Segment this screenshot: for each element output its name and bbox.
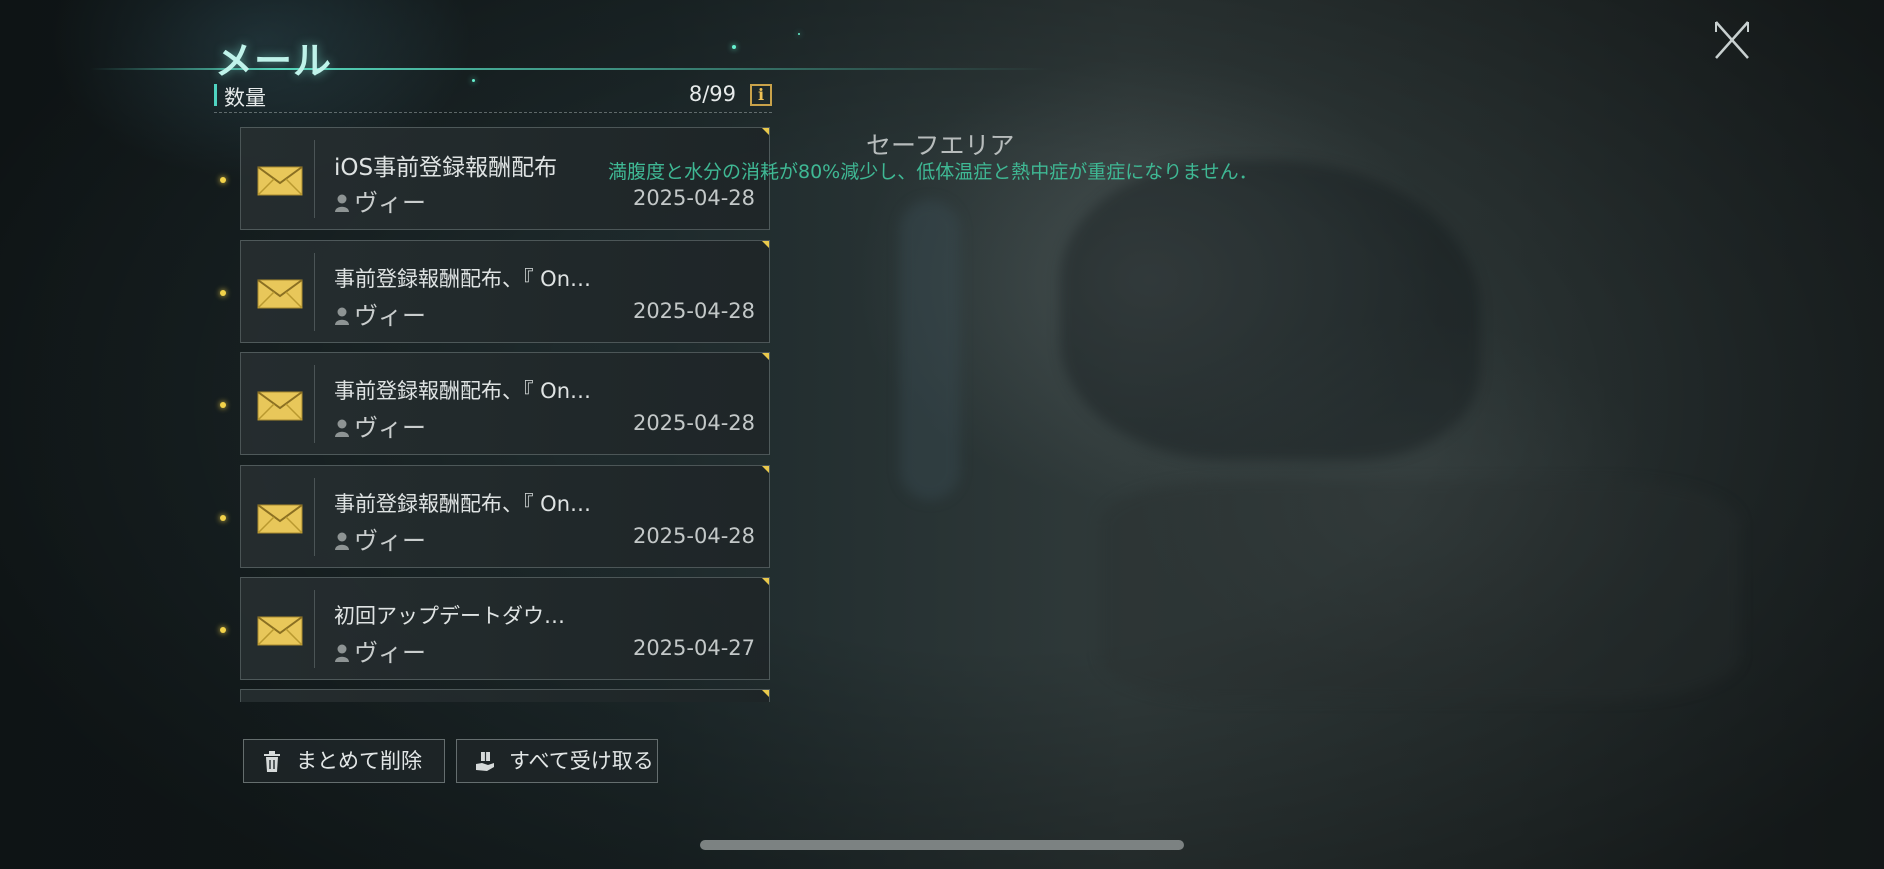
mail-sender: ヴィー	[334, 296, 426, 331]
new-corner-marker	[762, 128, 769, 135]
mail-subject: 事前登録報酬配布、『 On…	[334, 267, 592, 291]
envelope-icon	[257, 279, 303, 309]
info-icon[interactable]: i	[750, 84, 772, 106]
mail-item-divider	[314, 253, 315, 331]
envelope-icon	[257, 391, 303, 421]
count-value: 8/99	[688, 82, 736, 106]
mail-item-divider	[314, 478, 315, 556]
mail-sender-name: ヴィー	[354, 639, 426, 667]
mail-list[interactable]: iOS事前登録報酬配布 ヴィー 2025-04-28 事前登録報酬配布、『 On…	[240, 127, 770, 702]
close-button[interactable]	[1712, 18, 1752, 62]
mail-item-divider	[314, 365, 315, 443]
bulk-delete-label: まとめて削除	[296, 749, 422, 773]
unread-indicator	[220, 627, 226, 633]
title-spark	[798, 33, 800, 35]
mail-item-divider	[314, 590, 315, 668]
bulk-delete-button[interactable]: まとめて削除	[243, 739, 445, 783]
new-corner-marker	[762, 466, 769, 473]
mail-sender-name: ヴィー	[354, 414, 426, 442]
close-icon[interactable]	[1712, 18, 1752, 62]
new-corner-marker	[762, 690, 769, 697]
mail-date: 2025-04-28	[632, 186, 755, 210]
title-spark	[732, 45, 736, 49]
mail-date: 2025-04-28	[632, 524, 755, 548]
mail-item-divider	[314, 140, 315, 218]
mail-item[interactable]: 事前登録報酬配布、『 On… ヴィー 2025-04-28	[240, 352, 770, 455]
unread-indicator	[220, 290, 226, 296]
receive-hand-icon	[476, 752, 494, 771]
home-indicator[interactable]	[700, 840, 1184, 850]
unread-indicator	[220, 515, 226, 521]
mail-sender: ヴィー	[334, 521, 426, 556]
mail-date: 2025-04-28	[632, 411, 755, 435]
new-corner-marker	[762, 241, 769, 248]
mail-subject: iOS事前登録報酬配布	[334, 155, 558, 181]
claim-all-button[interactable]: すべて受け取る	[456, 739, 658, 783]
person-icon	[335, 307, 349, 325]
person-icon	[335, 194, 349, 212]
mail-sender-name: ヴィー	[354, 527, 426, 555]
mail-sender: ヴィー	[334, 408, 426, 443]
mail-sender-name: ヴィー	[354, 189, 426, 217]
claim-all-label: すべて受け取る	[509, 749, 654, 773]
background-figure	[900, 200, 960, 500]
mail-date: 2025-04-27	[632, 636, 755, 660]
new-corner-marker	[762, 353, 769, 360]
trash-icon	[264, 751, 280, 772]
mail-item[interactable]: 事前登録報酬配布、『 On… ヴィー 2025-04-28	[240, 240, 770, 343]
mail-sender: ヴィー	[334, 183, 426, 218]
envelope-icon	[257, 616, 303, 646]
person-icon	[335, 419, 349, 437]
mail-date: 2025-04-28	[632, 299, 755, 323]
mail-item[interactable]: 初回アップデートダウ… ヴィー 2025-04-27	[240, 577, 770, 680]
mail-count-bar: 数量 8/99 i	[214, 82, 772, 113]
mail-sender-name: ヴィー	[354, 302, 426, 330]
envelope-icon	[257, 166, 303, 196]
new-corner-marker	[762, 578, 769, 585]
unread-indicator	[220, 177, 226, 183]
envelope-icon	[257, 504, 303, 534]
count-accent	[214, 84, 217, 106]
mail-subject: 初回アップデートダウ…	[334, 604, 565, 628]
mail-sender: ヴィー	[334, 633, 426, 668]
zone-description: 満腹度と水分の消耗が80%減少し、低体温症と熱中症が重症になりません．	[608, 161, 1258, 183]
unread-indicator	[220, 402, 226, 408]
mail-item-partial[interactable]	[240, 689, 770, 702]
count-label: 数量	[224, 86, 266, 110]
mail-item[interactable]: 事前登録報酬配布、『 On… ヴィー 2025-04-28	[240, 465, 770, 568]
person-icon	[335, 532, 349, 550]
page-title: メール	[215, 39, 333, 83]
mail-subject: 事前登録報酬配布、『 On…	[334, 379, 592, 403]
background-silhouette	[1100, 480, 1740, 700]
person-icon	[335, 644, 349, 662]
mail-subject: 事前登録報酬配布、『 On…	[334, 492, 592, 516]
background-silhouette	[1060, 160, 1480, 460]
